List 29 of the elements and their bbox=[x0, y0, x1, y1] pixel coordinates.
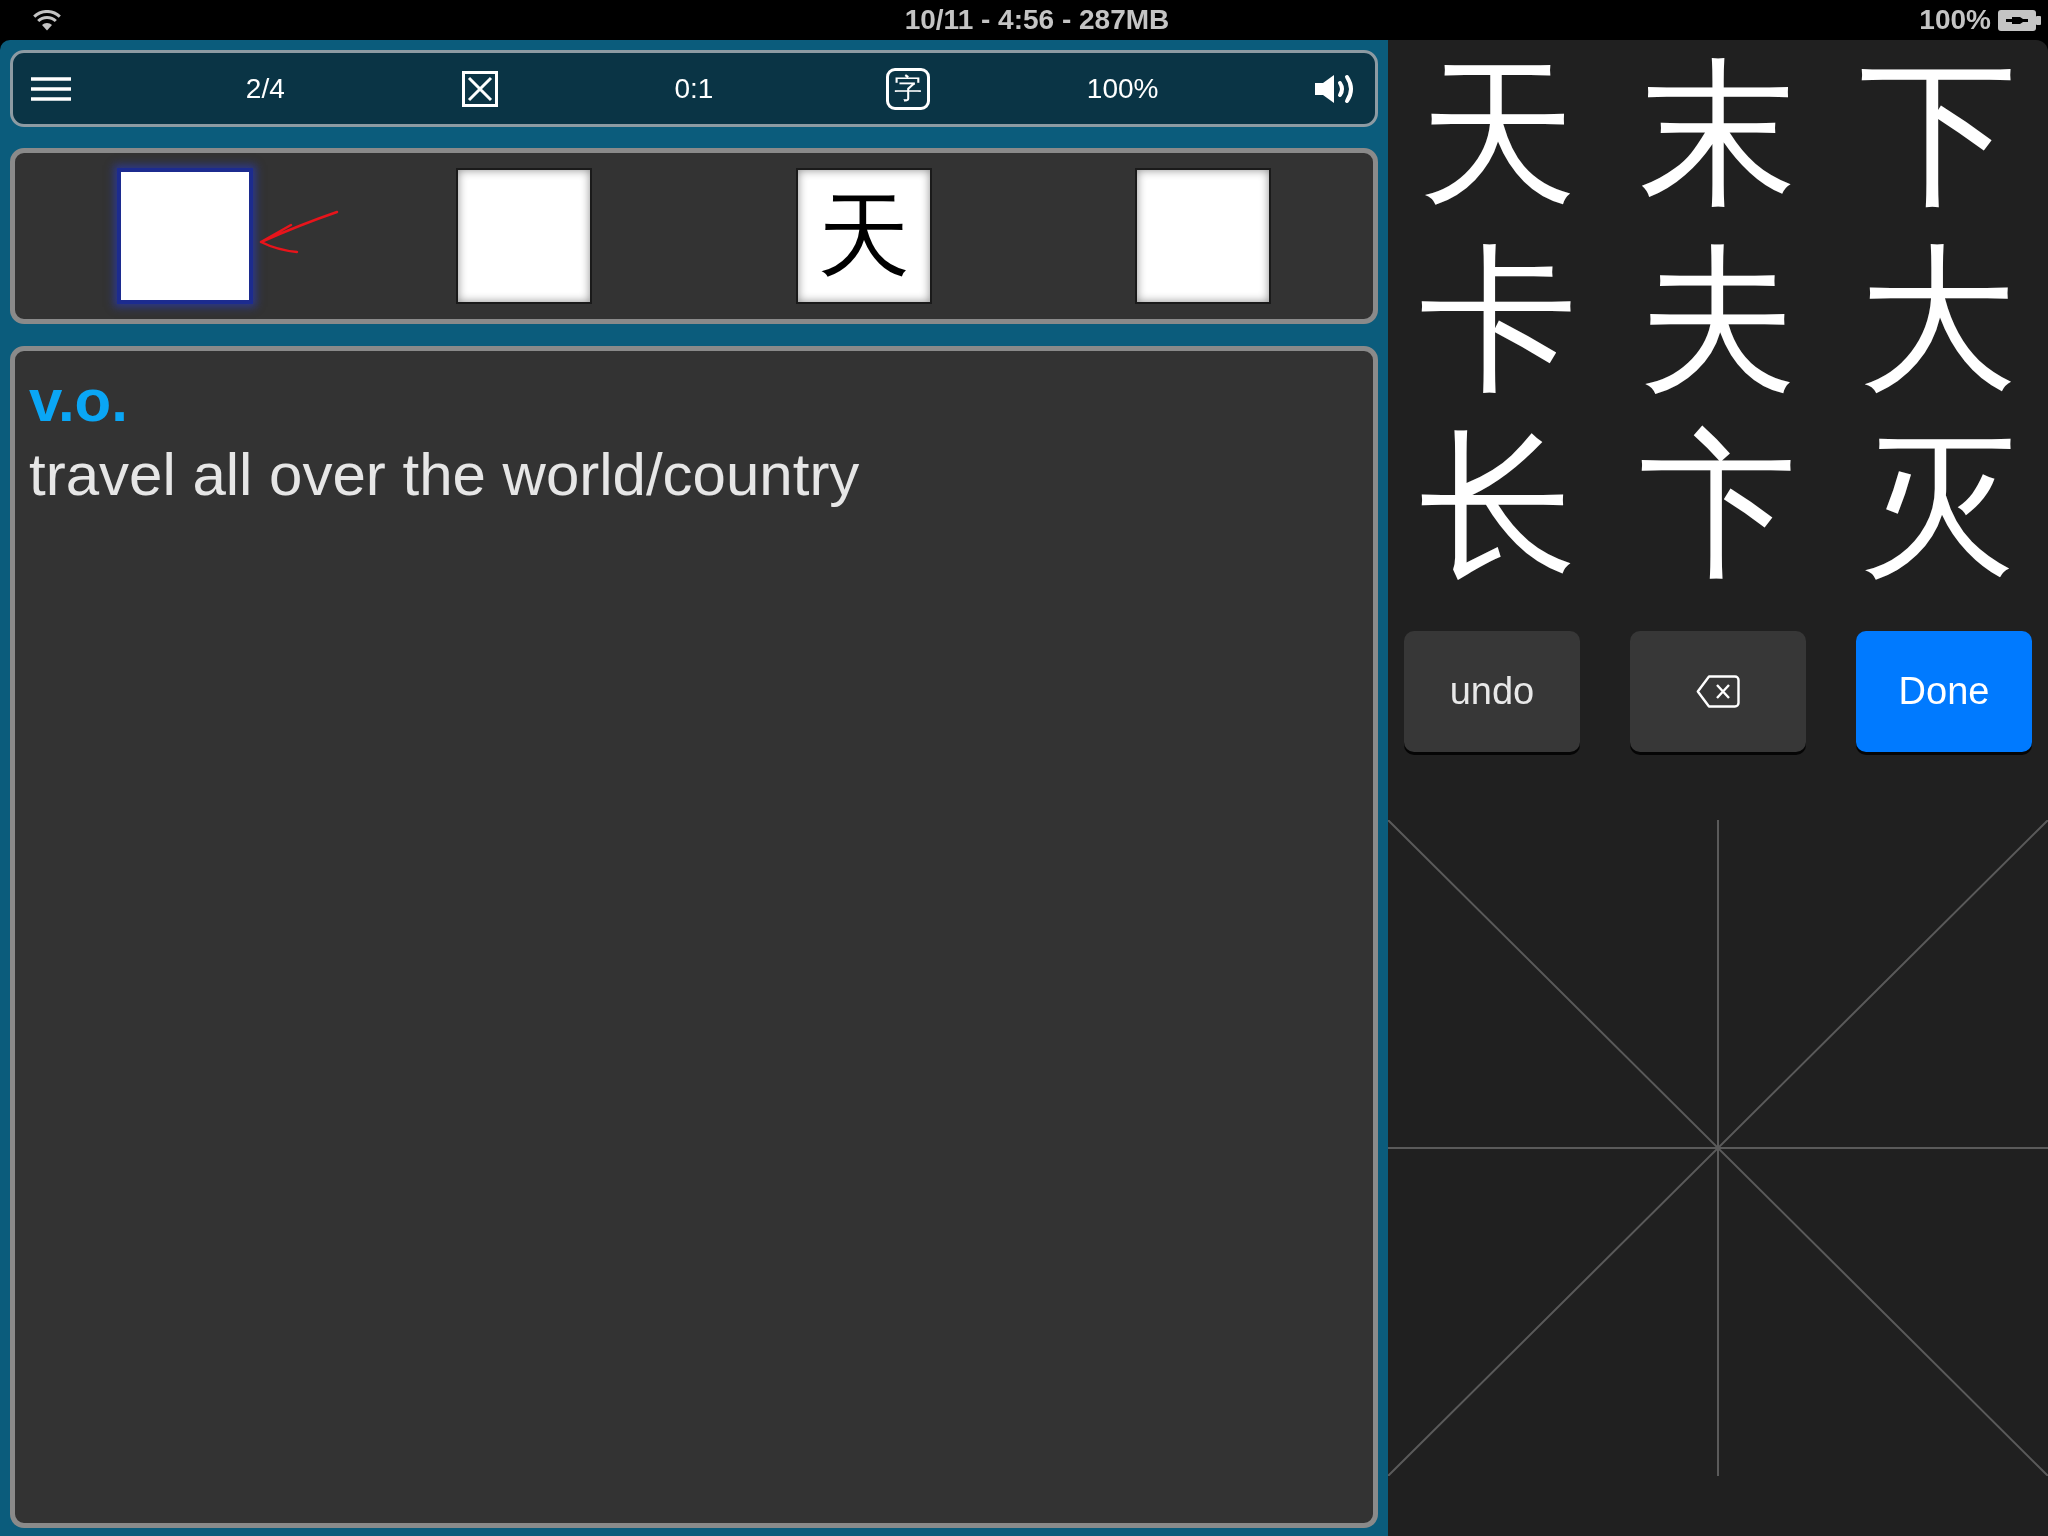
cross-square-icon[interactable] bbox=[461, 70, 498, 107]
menu-icon[interactable] bbox=[31, 76, 71, 101]
character-tile[interactable] bbox=[116, 168, 253, 304]
battery-percentage: 100% bbox=[1919, 6, 1991, 34]
score-text: 0:1 bbox=[674, 74, 714, 103]
candidate-character[interactable]: 夫 bbox=[1639, 240, 1797, 398]
percentage-text: 100% bbox=[1086, 74, 1159, 103]
candidate-character[interactable]: 灭 bbox=[1859, 426, 2017, 584]
backspace-icon bbox=[1696, 675, 1740, 708]
candidate-character[interactable]: 长 bbox=[1419, 426, 1577, 584]
candidate-character[interactable]: 下 bbox=[1859, 54, 2017, 212]
definition-text: travel all over the world/country bbox=[29, 440, 861, 510]
battery-icon bbox=[1998, 9, 2041, 31]
done-button[interactable]: Done bbox=[1856, 631, 2032, 752]
part-of-speech: v.o. bbox=[29, 370, 129, 432]
wifi-icon bbox=[33, 9, 61, 31]
undo-button[interactable]: undo bbox=[1404, 631, 1580, 752]
candidate-character[interactable]: 天 bbox=[1419, 54, 1577, 212]
character-button[interactable]: 字 bbox=[886, 67, 931, 110]
candidate-character[interactable]: 末 bbox=[1639, 54, 1797, 212]
status-text: 10/11 - 4:56 - 287MB bbox=[904, 6, 1170, 34]
candidate-character[interactable]: 卡 bbox=[1419, 240, 1577, 398]
character-tile[interactable] bbox=[456, 168, 593, 304]
candidate-character[interactable]: 卞 bbox=[1639, 426, 1797, 584]
backspace-button[interactable] bbox=[1630, 631, 1806, 752]
progress-counter: 2/4 bbox=[245, 74, 285, 103]
character-tile[interactable] bbox=[1135, 168, 1272, 304]
character-tile[interactable]: 天 bbox=[795, 168, 932, 304]
candidate-character[interactable]: 大 bbox=[1859, 240, 2017, 398]
